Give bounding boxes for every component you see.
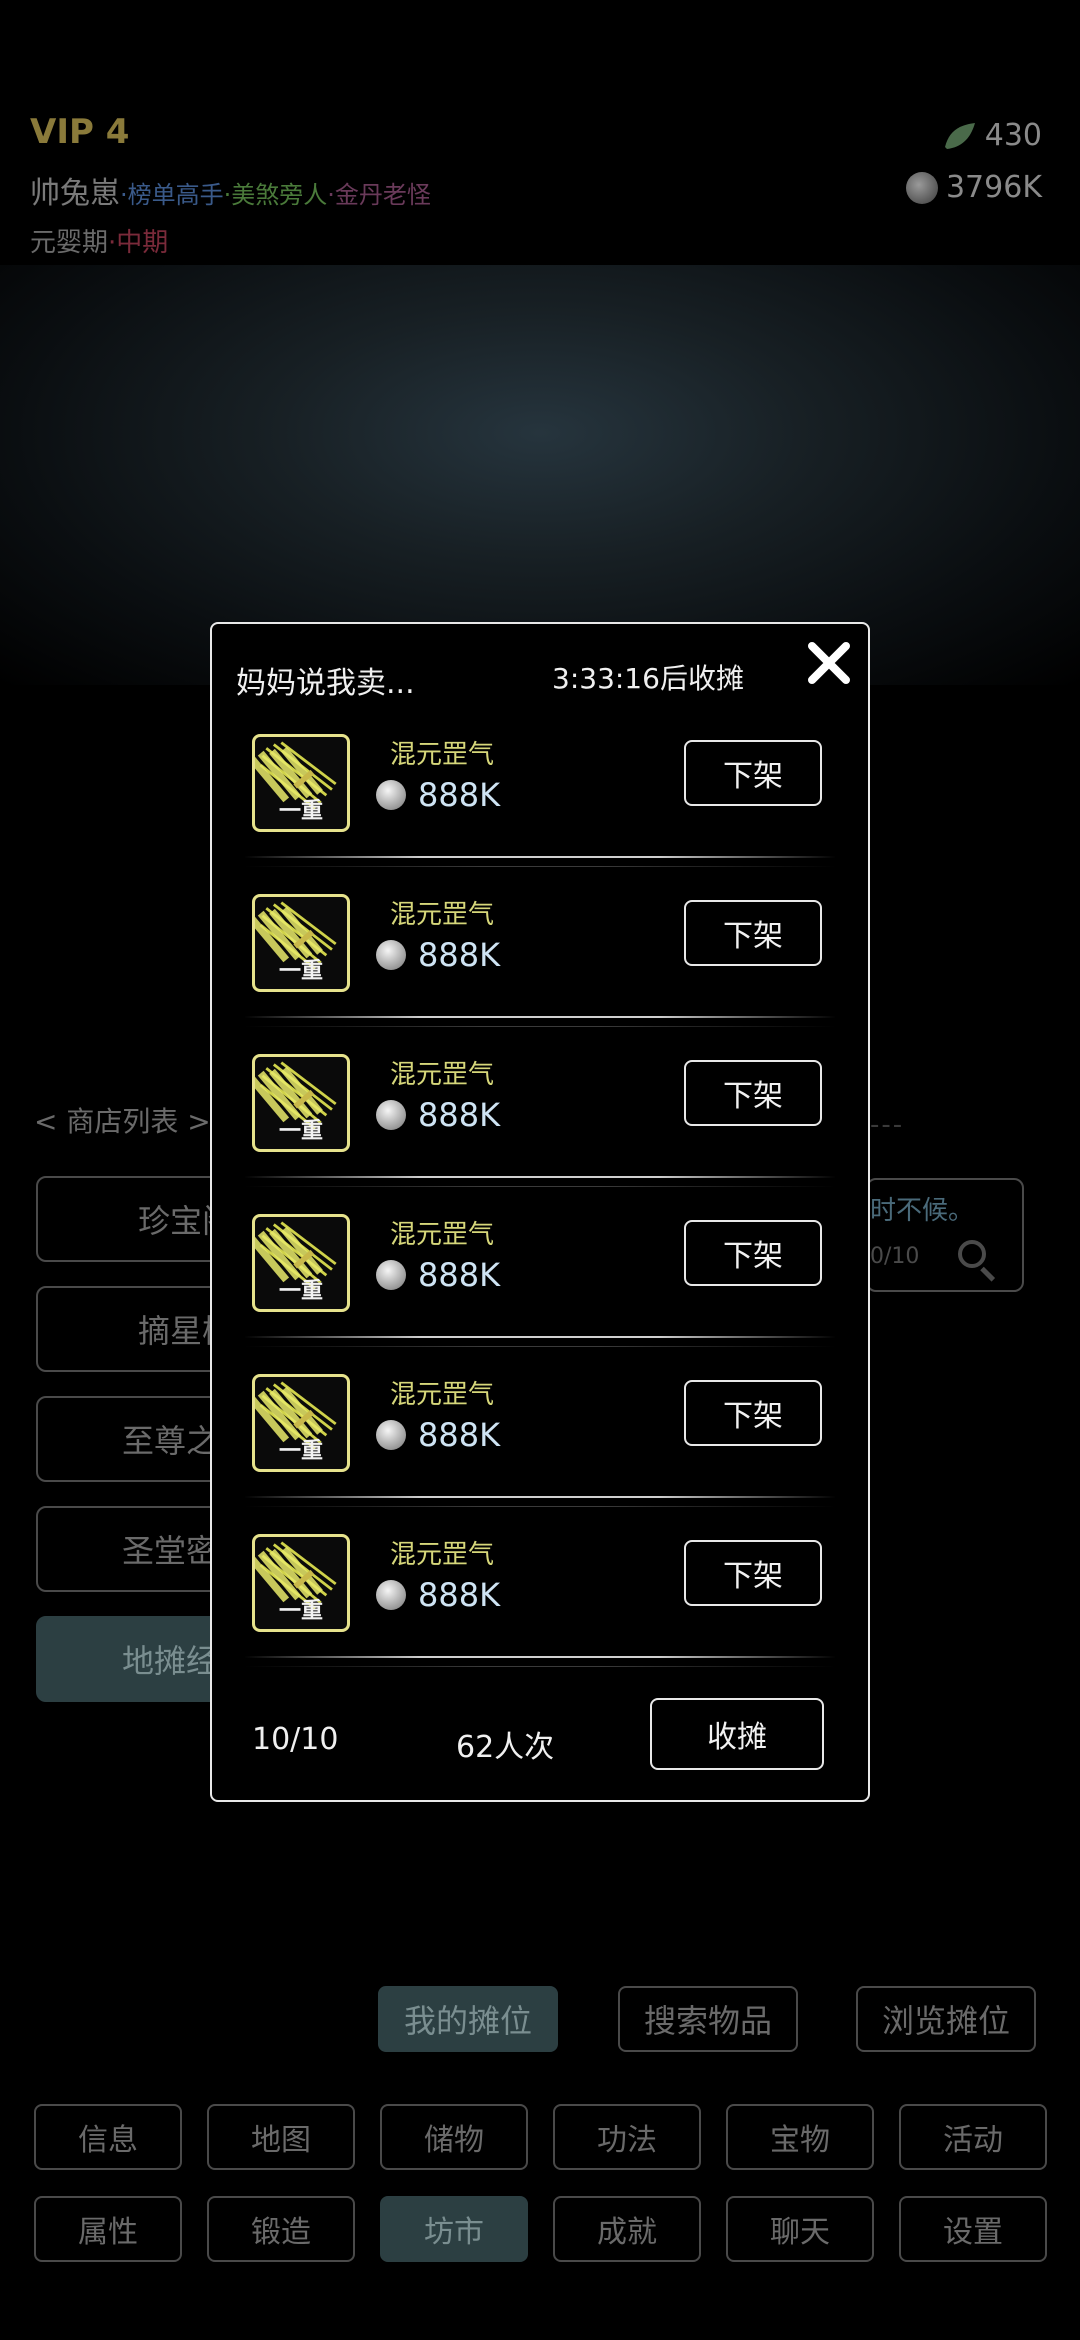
row-divider xyxy=(244,856,836,858)
delist-button[interactable]: 下架 xyxy=(684,740,822,806)
delist-button[interactable]: 下架 xyxy=(684,1540,822,1606)
row-divider-shadow xyxy=(244,1346,836,1347)
row-divider xyxy=(244,1336,836,1338)
silver-coin-icon xyxy=(376,940,406,970)
row-divider-shadow xyxy=(244,1026,836,1027)
delist-button[interactable]: 下架 xyxy=(684,1220,822,1286)
silver-coin-icon xyxy=(376,1260,406,1290)
item-price-value: 888K xyxy=(418,1096,501,1134)
delist-button[interactable]: 下架 xyxy=(684,1060,822,1126)
stall-item-row: 一重 混元罡气 888K 下架 xyxy=(244,1042,836,1202)
item-name: 混元罡气 xyxy=(390,1220,495,1250)
slot-count: 10/10 xyxy=(252,1722,339,1757)
item-name: 混元罡气 xyxy=(390,900,495,930)
item-price: 888K xyxy=(376,936,500,974)
item-icon-label: 一重 xyxy=(278,1439,323,1464)
item-icon[interactable]: 一重 xyxy=(252,894,350,992)
item-icon-label: 一重 xyxy=(278,799,323,824)
item-price-value: 888K xyxy=(418,936,501,974)
item-icon[interactable]: 一重 xyxy=(252,1054,350,1152)
item-icon[interactable]: 一重 xyxy=(252,1214,350,1312)
silver-coin-icon xyxy=(376,1420,406,1450)
row-divider-shadow xyxy=(244,866,836,867)
stall-item-row: 一重 混元罡气 888K 下架 xyxy=(244,722,836,882)
item-name: 混元罡气 xyxy=(390,1060,495,1090)
stall-item-row: 一重 混元罡气 888K 下架 xyxy=(244,882,836,1042)
item-price: 888K xyxy=(376,1096,500,1134)
close-stall-button[interactable]: 收摊 xyxy=(650,1698,824,1770)
item-icon-label: 一重 xyxy=(278,1599,323,1624)
silver-coin-icon xyxy=(376,1580,406,1610)
item-icon[interactable]: 一重 xyxy=(252,734,350,832)
row-divider-shadow xyxy=(244,1186,836,1187)
item-price-value: 888K xyxy=(418,776,501,814)
item-icon[interactable]: 一重 xyxy=(252,1534,350,1632)
row-divider xyxy=(244,1496,836,1498)
item-name: 混元罡气 xyxy=(390,1540,495,1570)
modal-title: 妈妈说我卖... xyxy=(236,666,415,701)
item-icon-label: 一重 xyxy=(278,1119,323,1144)
stall-item-row: 一重 混元罡气 888K 下架 xyxy=(244,1522,836,1682)
delist-button[interactable]: 下架 xyxy=(684,1380,822,1446)
row-divider-shadow xyxy=(244,1506,836,1507)
close-icon[interactable] xyxy=(806,640,852,686)
item-name: 混元罡气 xyxy=(390,1380,495,1410)
item-icon-label: 一重 xyxy=(278,959,323,984)
item-icon-label: 一重 xyxy=(278,1279,323,1304)
item-price-value: 888K xyxy=(418,1256,501,1294)
row-divider-shadow xyxy=(244,1666,836,1667)
stall-item-row: 一重 混元罡气 888K 下架 xyxy=(244,1202,836,1362)
row-divider xyxy=(244,1176,836,1178)
item-price: 888K xyxy=(376,776,500,814)
item-price: 888K xyxy=(376,1416,500,1454)
row-divider xyxy=(244,1656,836,1658)
visit-count: 62人次 xyxy=(456,1730,555,1765)
item-price: 888K xyxy=(376,1256,500,1294)
item-price-value: 888K xyxy=(418,1576,501,1614)
silver-coin-icon xyxy=(376,1100,406,1130)
item-name: 混元罡气 xyxy=(390,740,495,770)
row-divider xyxy=(244,1016,836,1018)
stall-item-row: 一重 混元罡气 888K 下架 xyxy=(244,1362,836,1522)
stall-timer: 3:33:16后收摊 xyxy=(552,662,744,695)
item-price: 888K xyxy=(376,1576,500,1614)
delist-button[interactable]: 下架 xyxy=(684,900,822,966)
item-icon[interactable]: 一重 xyxy=(252,1374,350,1472)
item-price-value: 888K xyxy=(418,1416,501,1454)
silver-coin-icon xyxy=(376,780,406,810)
